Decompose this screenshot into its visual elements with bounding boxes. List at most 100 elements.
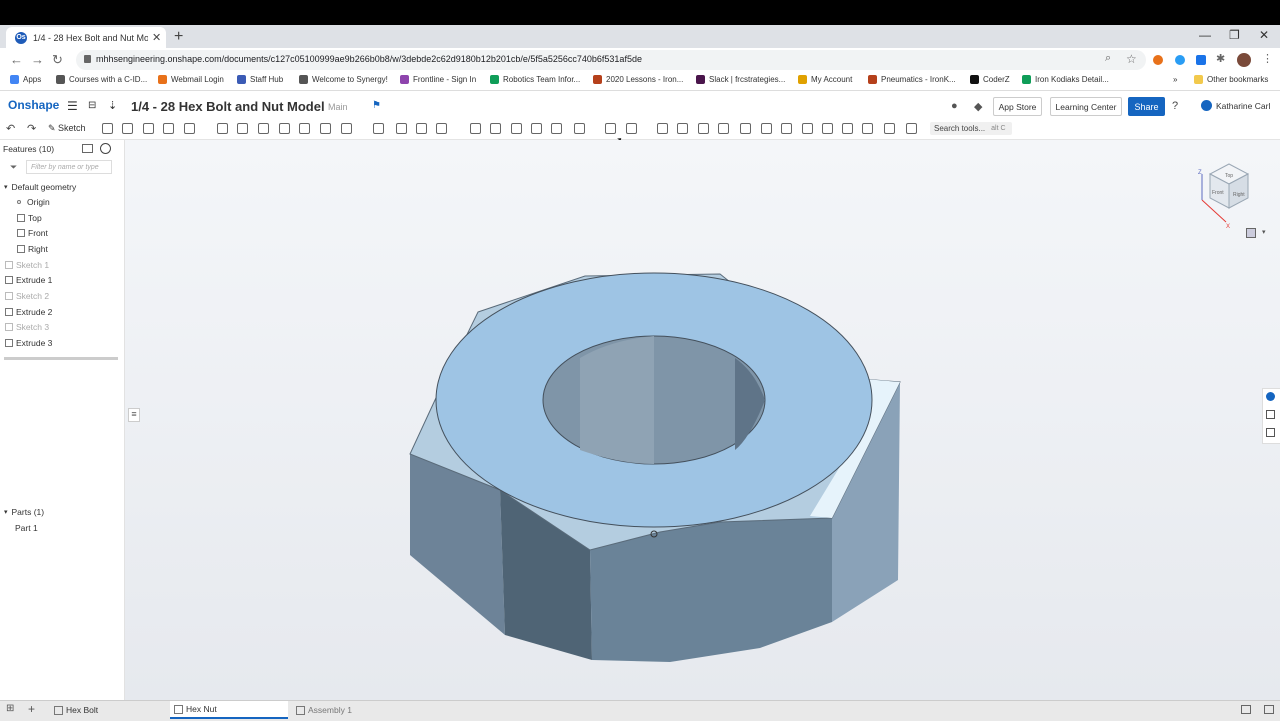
browser-tab[interactable]: Os 1/4 - 28 Hex Bolt and Nut Mode ✕	[6, 27, 166, 48]
toolbar-tool-21-icon[interactable]	[551, 123, 562, 134]
feature-list-toggle-icon[interactable]: ≡	[128, 408, 140, 422]
bottom-tab[interactable]: Hex Bolt	[50, 701, 166, 719]
browser-menu-icon[interactable]: ⋮	[1262, 52, 1273, 65]
bookmark-item[interactable]: Frontline - Sign In	[400, 75, 476, 84]
toolbar-tool-9-icon[interactable]	[279, 123, 290, 134]
bottom-tab[interactable]: Hex Nut	[170, 701, 288, 719]
redo-icon[interactable]: ↷	[27, 122, 36, 135]
bottom-tool-2-icon[interactable]	[1264, 705, 1274, 714]
branch-label[interactable]: Main	[328, 102, 348, 112]
viewcube-top-label[interactable]: Top	[1225, 173, 1233, 179]
bookmark-item[interactable]: 2020 Lessons - Iron...	[593, 75, 683, 84]
bookmark-item[interactable]: Slack | frcstrategies...	[696, 75, 785, 84]
feature-list-scrollbar[interactable]	[4, 357, 118, 360]
toolbar-tool-8-icon[interactable]	[258, 123, 269, 134]
toolbar-tool-3-icon[interactable]	[143, 123, 154, 134]
user-avatar-icon[interactable]	[1201, 100, 1212, 111]
toolbar-tool-32-icon[interactable]	[802, 123, 813, 134]
toolbar-tool-18-icon[interactable]	[490, 123, 501, 134]
parts-group[interactable]: ▾ Parts (1)	[4, 507, 44, 517]
toolbar-tool-4-icon[interactable]	[163, 123, 174, 134]
view-mode-dropdown-icon[interactable]: ▾	[1262, 228, 1266, 236]
toolbar-tool-16-icon[interactable]	[436, 123, 447, 134]
bottom-tab[interactable]: Assembly 1	[292, 701, 408, 719]
bookmark-item[interactable]: My Account	[798, 75, 852, 84]
sketch-button[interactable]: ✎ Sketch	[48, 123, 86, 134]
undo-icon[interactable]: ↶	[6, 122, 15, 135]
toolbar-tool-24-icon[interactable]	[626, 123, 637, 134]
toolbar-tool-30-icon[interactable]	[761, 123, 772, 134]
viewcube-right-label[interactable]: Right	[1233, 192, 1245, 198]
forward-icon[interactable]: →	[31, 52, 44, 67]
menu-icon[interactable]: ☰	[67, 99, 78, 113]
reload-icon[interactable]: ↻	[52, 52, 63, 68]
bookmark-item[interactable]: Welcome to Synergy!	[299, 75, 388, 84]
toolbar-tool-23-icon[interactable]	[605, 123, 616, 134]
app-store-button[interactable]: App Store	[993, 97, 1042, 116]
toolbar-tool-29-icon[interactable]	[740, 123, 751, 134]
learning-center-button[interactable]: Learning Center	[1050, 97, 1122, 116]
variables-panel-icon[interactable]	[1266, 428, 1275, 437]
toolbar-tool-1-icon[interactable]	[102, 123, 113, 134]
minimize-icon[interactable]: —	[1199, 28, 1211, 42]
search-tools-input[interactable]: Search tools... alt C	[930, 122, 1012, 135]
feature-item[interactable]: Sketch 3	[5, 322, 49, 332]
toolbar-tool-15-icon[interactable]	[416, 123, 427, 134]
toolbar-tool-27-icon[interactable]	[698, 123, 709, 134]
feature-item[interactable]: Right	[17, 244, 48, 254]
restore-icon[interactable]: ❐	[1229, 28, 1240, 42]
url-text[interactable]: mhhsengineering.onshape.com/documents/c1…	[96, 54, 642, 64]
document-title[interactable]: 1/4 - 28 Hex Bolt and Nut Model	[131, 99, 325, 114]
toolbar-tool-26-icon[interactable]	[677, 123, 688, 134]
extension-1-icon[interactable]	[1153, 55, 1163, 65]
toolbar-tool-13-icon[interactable]	[373, 123, 384, 134]
view-mode-cube-icon[interactable]	[1246, 228, 1256, 238]
close-window-icon[interactable]: ✕	[1259, 28, 1269, 42]
close-tab-icon[interactable]: ✕	[152, 31, 161, 44]
toolbar-tool-6-icon[interactable]	[217, 123, 228, 134]
toolbar-tool-35-icon[interactable]	[862, 123, 873, 134]
hex-nut-model[interactable]	[380, 250, 940, 680]
toolbar-tool-2-icon[interactable]	[122, 123, 133, 134]
toolbar-tool-37-icon[interactable]	[906, 123, 917, 134]
bookmarks-overflow-icon[interactable]: »	[1173, 75, 1177, 84]
version-graph-icon[interactable]: ⚑	[372, 100, 381, 111]
bookmark-item[interactable]: Apps	[10, 75, 41, 84]
toolbar-tool-34-icon[interactable]	[842, 123, 853, 134]
feature-item[interactable]: Extrude 1	[5, 275, 52, 285]
tab-manager-icon[interactable]: ⊞	[6, 703, 14, 714]
bookmark-item[interactable]: CoderZ	[970, 75, 1010, 84]
feature-item[interactable]: Extrude 3	[5, 338, 52, 348]
bookmark-item[interactable]: Courses with a C-ID...	[56, 75, 147, 84]
bookmark-item[interactable]: Other bookmarks	[1194, 75, 1268, 84]
bookmark-item[interactable]: Pneumatics - IronK...	[868, 75, 956, 84]
document-tree-icon[interactable]: ⊟	[88, 100, 96, 111]
bookmark-item[interactable]: Robotics Team Infor...	[490, 75, 580, 84]
feature-item[interactable]: Top	[17, 213, 42, 223]
filter-icon[interactable]: ⏷	[10, 162, 17, 173]
part-item[interactable]: Part 1	[15, 523, 38, 533]
toolbar-tool-19-icon[interactable]	[511, 123, 522, 134]
bottom-tool-1-icon[interactable]	[1241, 705, 1251, 714]
toolbar-tool-11-icon[interactable]	[320, 123, 331, 134]
toolbar-tool-20-icon[interactable]	[531, 123, 542, 134]
insert-tab-icon[interactable]: +	[28, 702, 35, 716]
toolbar-tool-12-icon[interactable]	[341, 123, 352, 134]
feature-filter-input[interactable]: Filter by name or type	[26, 160, 112, 174]
toolbar-tool-7-icon[interactable]	[237, 123, 248, 134]
viewcube-front-label[interactable]: Front	[1212, 190, 1224, 196]
help-icon[interactable]: ?	[1172, 100, 1178, 112]
toolbar-tool-5-icon[interactable]	[184, 123, 195, 134]
notifications-icon[interactable]: ◆	[974, 100, 982, 113]
toolbar-tool-22-icon[interactable]	[574, 123, 585, 134]
feature-item[interactable]: Origin	[17, 197, 50, 207]
toolbar-tool-31-icon[interactable]	[781, 123, 792, 134]
zoom-search-icon[interactable]: ⌕	[1105, 52, 1111, 65]
feature-item[interactable]: Sketch 1	[5, 260, 49, 270]
extension-3-icon[interactable]	[1196, 55, 1206, 65]
toolbar-tool-14-icon[interactable]	[396, 123, 407, 134]
extension-2-icon[interactable]	[1175, 55, 1185, 65]
user-name[interactable]: Katharine Carl	[1216, 101, 1270, 111]
extensions-puzzle-icon[interactable]: ✱	[1216, 52, 1225, 65]
appearance-panel-icon[interactable]	[1266, 392, 1275, 401]
